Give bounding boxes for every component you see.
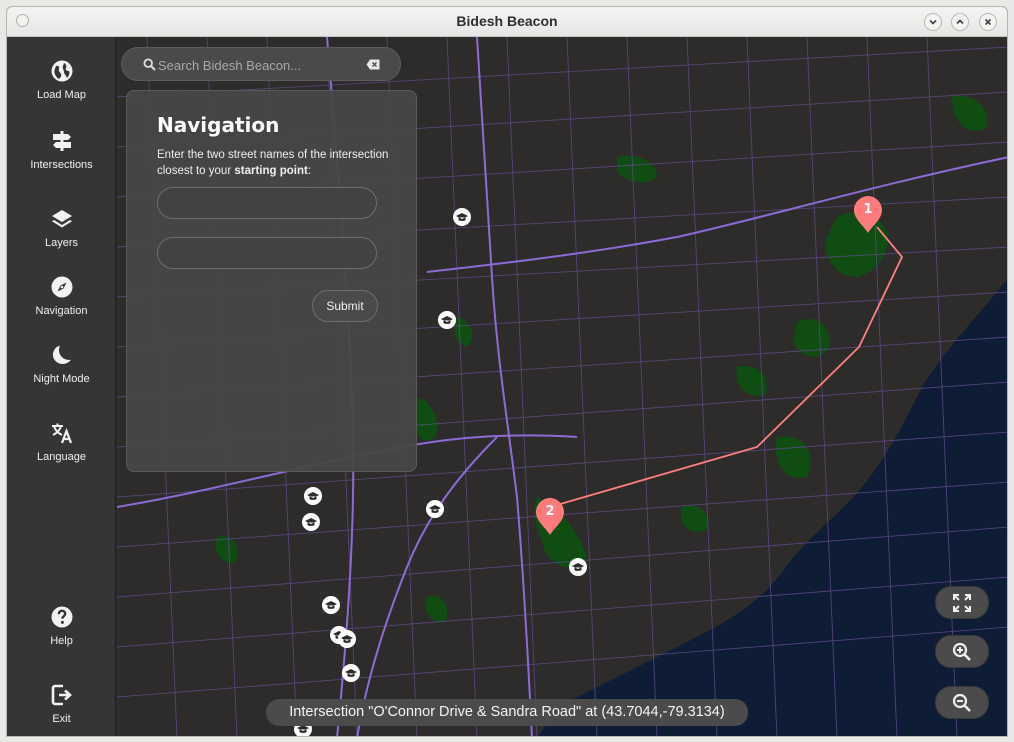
signpost-icon <box>52 131 71 151</box>
search-input[interactable] <box>158 55 358 75</box>
navigation-panel: Navigation Enter the two street names of… <box>126 90 417 472</box>
close-button[interactable] <box>979 13 997 31</box>
school-icon <box>322 596 340 614</box>
sidebar-item-help[interactable]: Help <box>7 605 116 665</box>
search-icon <box>143 58 156 71</box>
sidebar-item-layers[interactable]: Layers <box>7 207 116 267</box>
submit-button[interactable]: Submit <box>312 290 378 322</box>
school-icon <box>342 664 360 682</box>
description-bold-text: starting point <box>234 165 308 177</box>
maximize-button[interactable] <box>951 13 969 31</box>
school-icon <box>338 630 356 648</box>
school-icon <box>569 558 587 576</box>
sidebar-item-load-map[interactable]: Load Map <box>7 59 116 119</box>
sidebar-label-load-map: Load Map <box>37 89 86 101</box>
close-icon <box>984 18 992 26</box>
school-icon <box>438 311 456 329</box>
zoom-out-button[interactable] <box>935 686 989 719</box>
school-icon <box>304 487 322 505</box>
help-icon <box>51 606 72 628</box>
marker-1-label: 1 <box>863 202 872 217</box>
globe-icon <box>51 60 72 82</box>
layers-icon <box>51 210 72 228</box>
sidebar: Load Map Intersections Layers Navigation… <box>7 37 116 736</box>
marker-2-label: 2 <box>545 504 554 519</box>
fullscreen-icon <box>953 593 971 612</box>
sidebar-label-layers: Layers <box>44 237 79 249</box>
navigation-title: Navigation <box>157 113 280 137</box>
sidebar-item-night-mode[interactable]: Night Mode <box>7 343 116 403</box>
moon-icon <box>52 345 71 365</box>
sidebar-label-help: Help <box>50 635 73 647</box>
school-icon <box>453 208 471 226</box>
zoom-in-button[interactable] <box>935 635 989 668</box>
sidebar-label-exit: Exit <box>52 713 71 725</box>
compass-icon <box>51 276 72 298</box>
school-icon <box>302 513 320 531</box>
street-field-1[interactable] <box>157 187 377 219</box>
sidebar-label-intersections: Intersections <box>30 159 93 171</box>
title-bar: Bidesh Beacon <box>7 7 1007 37</box>
description-suffix: : <box>307 165 312 177</box>
minimize-button[interactable] <box>924 13 942 31</box>
sidebar-item-language[interactable]: Language <box>7 421 116 481</box>
clear-search-icon[interactable] <box>366 59 380 70</box>
chevron-up-icon <box>956 19 964 25</box>
exit-icon <box>51 684 72 706</box>
fullscreen-button[interactable] <box>935 586 989 619</box>
school-icon <box>426 500 444 518</box>
sidebar-item-navigation[interactable]: Navigation <box>7 275 116 335</box>
search-bar <box>121 47 401 81</box>
sidebar-item-intersections[interactable]: Intersections <box>7 129 116 189</box>
zoom-out-icon <box>952 693 971 712</box>
sidebar-label-language: Language <box>37 451 86 463</box>
sidebar-item-exit[interactable]: Exit <box>7 683 116 736</box>
street-field-2[interactable] <box>157 237 377 269</box>
sidebar-label-night-mode: Night Mode <box>33 373 90 385</box>
status-bar: Intersection "O'Connor Drive & Sandra Ro… <box>266 699 748 726</box>
chevron-down-icon <box>929 19 937 25</box>
zoom-in-icon <box>952 642 971 661</box>
window-title: Bidesh Beacon <box>456 13 558 29</box>
sidebar-label-navigation: Navigation <box>35 305 88 317</box>
translate-icon <box>51 423 72 444</box>
navigation-description: Enter the two street names of the inters… <box>157 147 397 179</box>
